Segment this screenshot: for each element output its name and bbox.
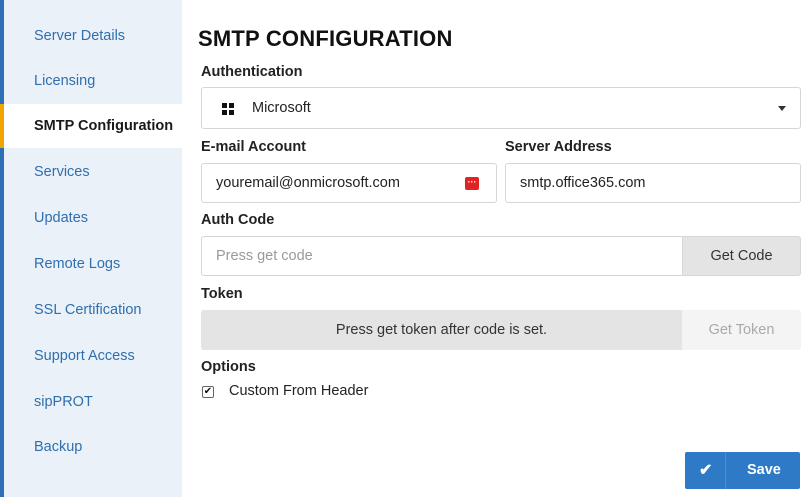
get-token-button[interactable]: Get Token (682, 310, 801, 350)
sidebar-item-server-details[interactable]: Server Details (4, 14, 182, 58)
token-field: Press get token after code is set. (201, 310, 682, 350)
custom-from-header-label[interactable]: Custom From Header (229, 383, 368, 399)
windows-icon (222, 103, 234, 115)
check-icon: ✔ (699, 462, 713, 479)
save-icon-box: ✔ (685, 452, 726, 489)
auth-code-label: Auth Code (201, 212, 275, 228)
save-button[interactable]: ✔ Save (685, 452, 800, 489)
authentication-selected-value: Microsoft (252, 100, 311, 116)
token-label: Token (201, 286, 243, 302)
auth-code-field-wrap (201, 236, 682, 276)
sidebar-item-support-access[interactable]: Support Access (4, 334, 182, 378)
options-label: Options (201, 359, 256, 375)
authentication-label: Authentication (201, 64, 303, 80)
page-title: SMTP CONFIGURATION (198, 26, 453, 51)
custom-from-header-checkbox[interactable]: ✔ (202, 386, 214, 398)
authentication-select[interactable]: Microsoft (201, 87, 801, 129)
chevron-down-icon (778, 106, 786, 111)
server-address-field[interactable]: smtp.office365.com (505, 163, 801, 203)
password-manager-icon[interactable]: ··· (465, 177, 479, 190)
sidebar: Server Details Licensing SMTP Configurat… (0, 0, 182, 497)
email-account-field[interactable]: youremail@onmicrosoft.com ··· (201, 163, 497, 203)
save-label: Save (747, 462, 781, 478)
sidebar-item-updates[interactable]: Updates (4, 196, 182, 240)
sidebar-item-licensing[interactable]: Licensing (4, 59, 182, 103)
get-code-button[interactable]: Get Code (682, 236, 801, 276)
email-account-label: E-mail Account (201, 139, 307, 155)
sidebar-item-backup[interactable]: Backup (4, 425, 182, 469)
sidebar-item-sipprot[interactable]: sipPROT (4, 380, 182, 424)
sidebar-item-remote-logs[interactable]: Remote Logs (4, 242, 182, 286)
email-account-value: youremail@onmicrosoft.com (216, 175, 400, 191)
server-address-label: Server Address (505, 139, 612, 155)
sidebar-item-services[interactable]: Services (4, 150, 182, 194)
main-panel: SMTP CONFIGURATION Authentication Micros… (182, 0, 803, 497)
sidebar-item-ssl-certification[interactable]: SSL Certification (4, 288, 182, 332)
sidebar-item-smtp-configuration[interactable]: SMTP Configuration (0, 104, 182, 148)
server-address-value: smtp.office365.com (520, 175, 646, 191)
auth-code-input[interactable] (202, 237, 682, 275)
